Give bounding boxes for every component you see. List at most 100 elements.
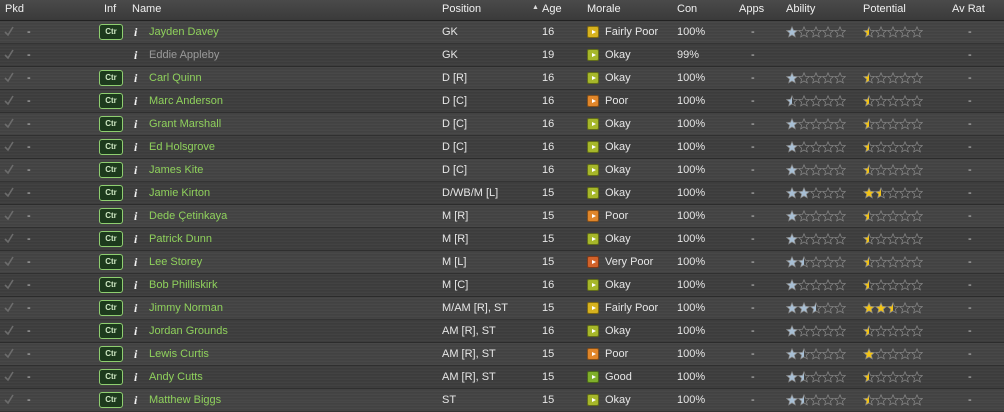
player-name-link[interactable]: Ed Holsgrove bbox=[149, 141, 215, 154]
column-header-potential[interactable]: Potential bbox=[863, 3, 906, 16]
table-row[interactable]: - Ctr i Jimmy Norman M/AM [R], ST 15 Fairly Po… bbox=[0, 297, 1004, 320]
pick-check-icon[interactable] bbox=[4, 164, 14, 175]
contract-button[interactable]: Ctr bbox=[99, 323, 123, 339]
column-header-inf[interactable]: Inf bbox=[104, 3, 116, 16]
table-row[interactable]: - Ctr i Jordan Grounds AM [R], ST 16 Okay 100% -… bbox=[0, 320, 1004, 343]
table-row[interactable]: - Ctr i Andy Cutts AM [R], ST 15 Good 100% - - bbox=[0, 366, 1004, 389]
ability-stars bbox=[786, 210, 846, 222]
ability-star-icon bbox=[810, 279, 822, 291]
pick-check-icon[interactable] bbox=[4, 95, 14, 106]
info-icon[interactable]: i bbox=[134, 48, 137, 63]
player-name-link[interactable]: Lewis Curtis bbox=[149, 348, 209, 361]
contract-button[interactable]: Ctr bbox=[99, 277, 123, 293]
info-icon[interactable]: i bbox=[134, 163, 137, 178]
column-header-con[interactable]: Con bbox=[677, 3, 697, 16]
info-icon[interactable]: i bbox=[134, 71, 137, 86]
pick-check-icon[interactable] bbox=[4, 118, 14, 129]
info-icon[interactable]: i bbox=[134, 324, 137, 339]
column-header-name[interactable]: Name bbox=[132, 3, 161, 16]
player-name-link[interactable]: Dede Çetinkaya bbox=[149, 210, 227, 223]
info-icon[interactable]: i bbox=[134, 255, 137, 270]
potential-star-icon bbox=[911, 141, 923, 153]
player-name-link[interactable]: James Kite bbox=[149, 164, 203, 177]
table-row[interactable]: - Ctr i Lewis Curtis AM [R], ST 15 Poor 100% - - bbox=[0, 343, 1004, 366]
pick-check-icon[interactable] bbox=[4, 325, 14, 336]
table-row[interactable]: - Ctr i Bob Philliskirk M [C] 16 Okay 100% - - bbox=[0, 274, 1004, 297]
contract-button[interactable]: Ctr bbox=[99, 24, 123, 40]
morale-value: Okay bbox=[605, 279, 631, 291]
contract-button[interactable]: Ctr bbox=[99, 369, 123, 385]
info-icon[interactable]: i bbox=[134, 347, 137, 362]
player-name-link[interactable]: Jimmy Norman bbox=[149, 302, 223, 315]
pick-check-icon[interactable] bbox=[4, 302, 14, 313]
pick-check-icon[interactable] bbox=[4, 371, 14, 382]
morale-value: Okay bbox=[605, 233, 631, 245]
player-name-link[interactable]: Jamie Kirton bbox=[149, 187, 210, 200]
info-icon[interactable]: i bbox=[134, 94, 137, 109]
table-row[interactable]: - Ctr i Patrick Dunn M [R] 15 Okay 100% - - bbox=[0, 228, 1004, 251]
potential-star-icon bbox=[899, 26, 911, 38]
table-row[interactable]: - Ctr i James Kite D [C] 16 Okay 100% - - bbox=[0, 159, 1004, 182]
column-header-morale[interactable]: Morale bbox=[587, 3, 621, 16]
info-icon[interactable]: i bbox=[134, 209, 137, 224]
info-icon[interactable]: i bbox=[134, 301, 137, 316]
column-header-av-rat[interactable]: Av Rat bbox=[952, 3, 985, 16]
contract-button[interactable]: Ctr bbox=[99, 162, 123, 178]
pick-check-icon[interactable] bbox=[4, 141, 14, 152]
column-header-pkd[interactable]: Pkd bbox=[5, 3, 24, 16]
info-icon[interactable]: i bbox=[134, 278, 137, 293]
table-row[interactable]: - i Eddie Appleby GK 19 Okay 99% - - bbox=[0, 44, 1004, 67]
contract-button[interactable]: Ctr bbox=[99, 392, 123, 408]
info-icon[interactable]: i bbox=[134, 25, 137, 40]
player-name-link[interactable]: Grant Marshall bbox=[149, 118, 221, 131]
info-icon[interactable]: i bbox=[134, 117, 137, 132]
player-name-link[interactable]: Carl Quinn bbox=[149, 72, 202, 85]
position-value: D [C] bbox=[442, 118, 468, 130]
info-icon[interactable]: i bbox=[134, 232, 137, 247]
contract-button[interactable]: Ctr bbox=[99, 93, 123, 109]
pick-check-icon[interactable] bbox=[4, 210, 14, 221]
player-name-link[interactable]: Jayden Davey bbox=[149, 26, 219, 39]
info-icon[interactable]: i bbox=[134, 140, 137, 155]
table-row[interactable]: - Ctr i Lee Storey M [L] 15 Very Poor 100% - - bbox=[0, 251, 1004, 274]
player-name-link[interactable]: Jordan Grounds bbox=[149, 325, 228, 338]
table-row[interactable]: - Ctr i Dede Çetinkaya M [R] 15 Poor 100% - - bbox=[0, 205, 1004, 228]
contract-button[interactable]: Ctr bbox=[99, 116, 123, 132]
column-header-position[interactable]: Position bbox=[442, 3, 481, 16]
info-icon[interactable]: i bbox=[134, 370, 137, 385]
table-row[interactable]: - Ctr i Ed Holsgrove D [C] 16 Okay 100% - - bbox=[0, 136, 1004, 159]
table-row[interactable]: - Ctr i Marc Anderson D [C] 16 Poor 100% - - bbox=[0, 90, 1004, 113]
pick-check-icon[interactable] bbox=[4, 26, 14, 37]
pick-check-icon[interactable] bbox=[4, 72, 14, 83]
pick-check-icon[interactable] bbox=[4, 394, 14, 405]
player-name-link[interactable]: Lee Storey bbox=[149, 256, 202, 269]
pkd-value: - bbox=[27, 302, 31, 314]
table-row[interactable]: - Ctr i Grant Marshall D [C] 16 Okay 100% - - bbox=[0, 113, 1004, 136]
pick-check-icon[interactable] bbox=[4, 256, 14, 267]
info-icon[interactable]: i bbox=[134, 186, 137, 201]
column-header-age[interactable]: Age bbox=[542, 3, 562, 16]
pick-check-icon[interactable] bbox=[4, 279, 14, 290]
table-row[interactable]: - Ctr i Carl Quinn D [R] 16 Okay 100% - - bbox=[0, 67, 1004, 90]
pick-check-icon[interactable] bbox=[4, 233, 14, 244]
player-name-link[interactable]: Patrick Dunn bbox=[149, 233, 212, 246]
contract-button[interactable]: Ctr bbox=[99, 139, 123, 155]
player-name-link[interactable]: Eddie Appleby bbox=[149, 49, 219, 62]
contract-button[interactable]: Ctr bbox=[99, 346, 123, 362]
column-header-apps[interactable]: Apps bbox=[739, 3, 764, 16]
contract-button[interactable]: Ctr bbox=[99, 185, 123, 201]
pick-check-icon[interactable] bbox=[4, 348, 14, 359]
contract-button[interactable]: Ctr bbox=[99, 208, 123, 224]
column-header-ability[interactable]: Ability bbox=[786, 3, 815, 16]
contract-button[interactable]: Ctr bbox=[99, 254, 123, 270]
player-name-link[interactable]: Bob Philliskirk bbox=[149, 279, 217, 292]
table-row[interactable]: - Ctr i Jamie Kirton D/WB/M [L] 15 Okay 100% - - bbox=[0, 182, 1004, 205]
pick-check-icon[interactable] bbox=[4, 49, 14, 60]
player-name-link[interactable]: Andy Cutts bbox=[149, 371, 203, 384]
pick-check-icon[interactable] bbox=[4, 187, 14, 198]
player-name-link[interactable]: Marc Anderson bbox=[149, 95, 223, 108]
contract-button[interactable]: Ctr bbox=[99, 70, 123, 86]
table-row[interactable]: - Ctr i Jayden Davey GK 16 Fairly Poor 100% - - bbox=[0, 21, 1004, 44]
contract-button[interactable]: Ctr bbox=[99, 300, 123, 316]
contract-button[interactable]: Ctr bbox=[99, 231, 123, 247]
